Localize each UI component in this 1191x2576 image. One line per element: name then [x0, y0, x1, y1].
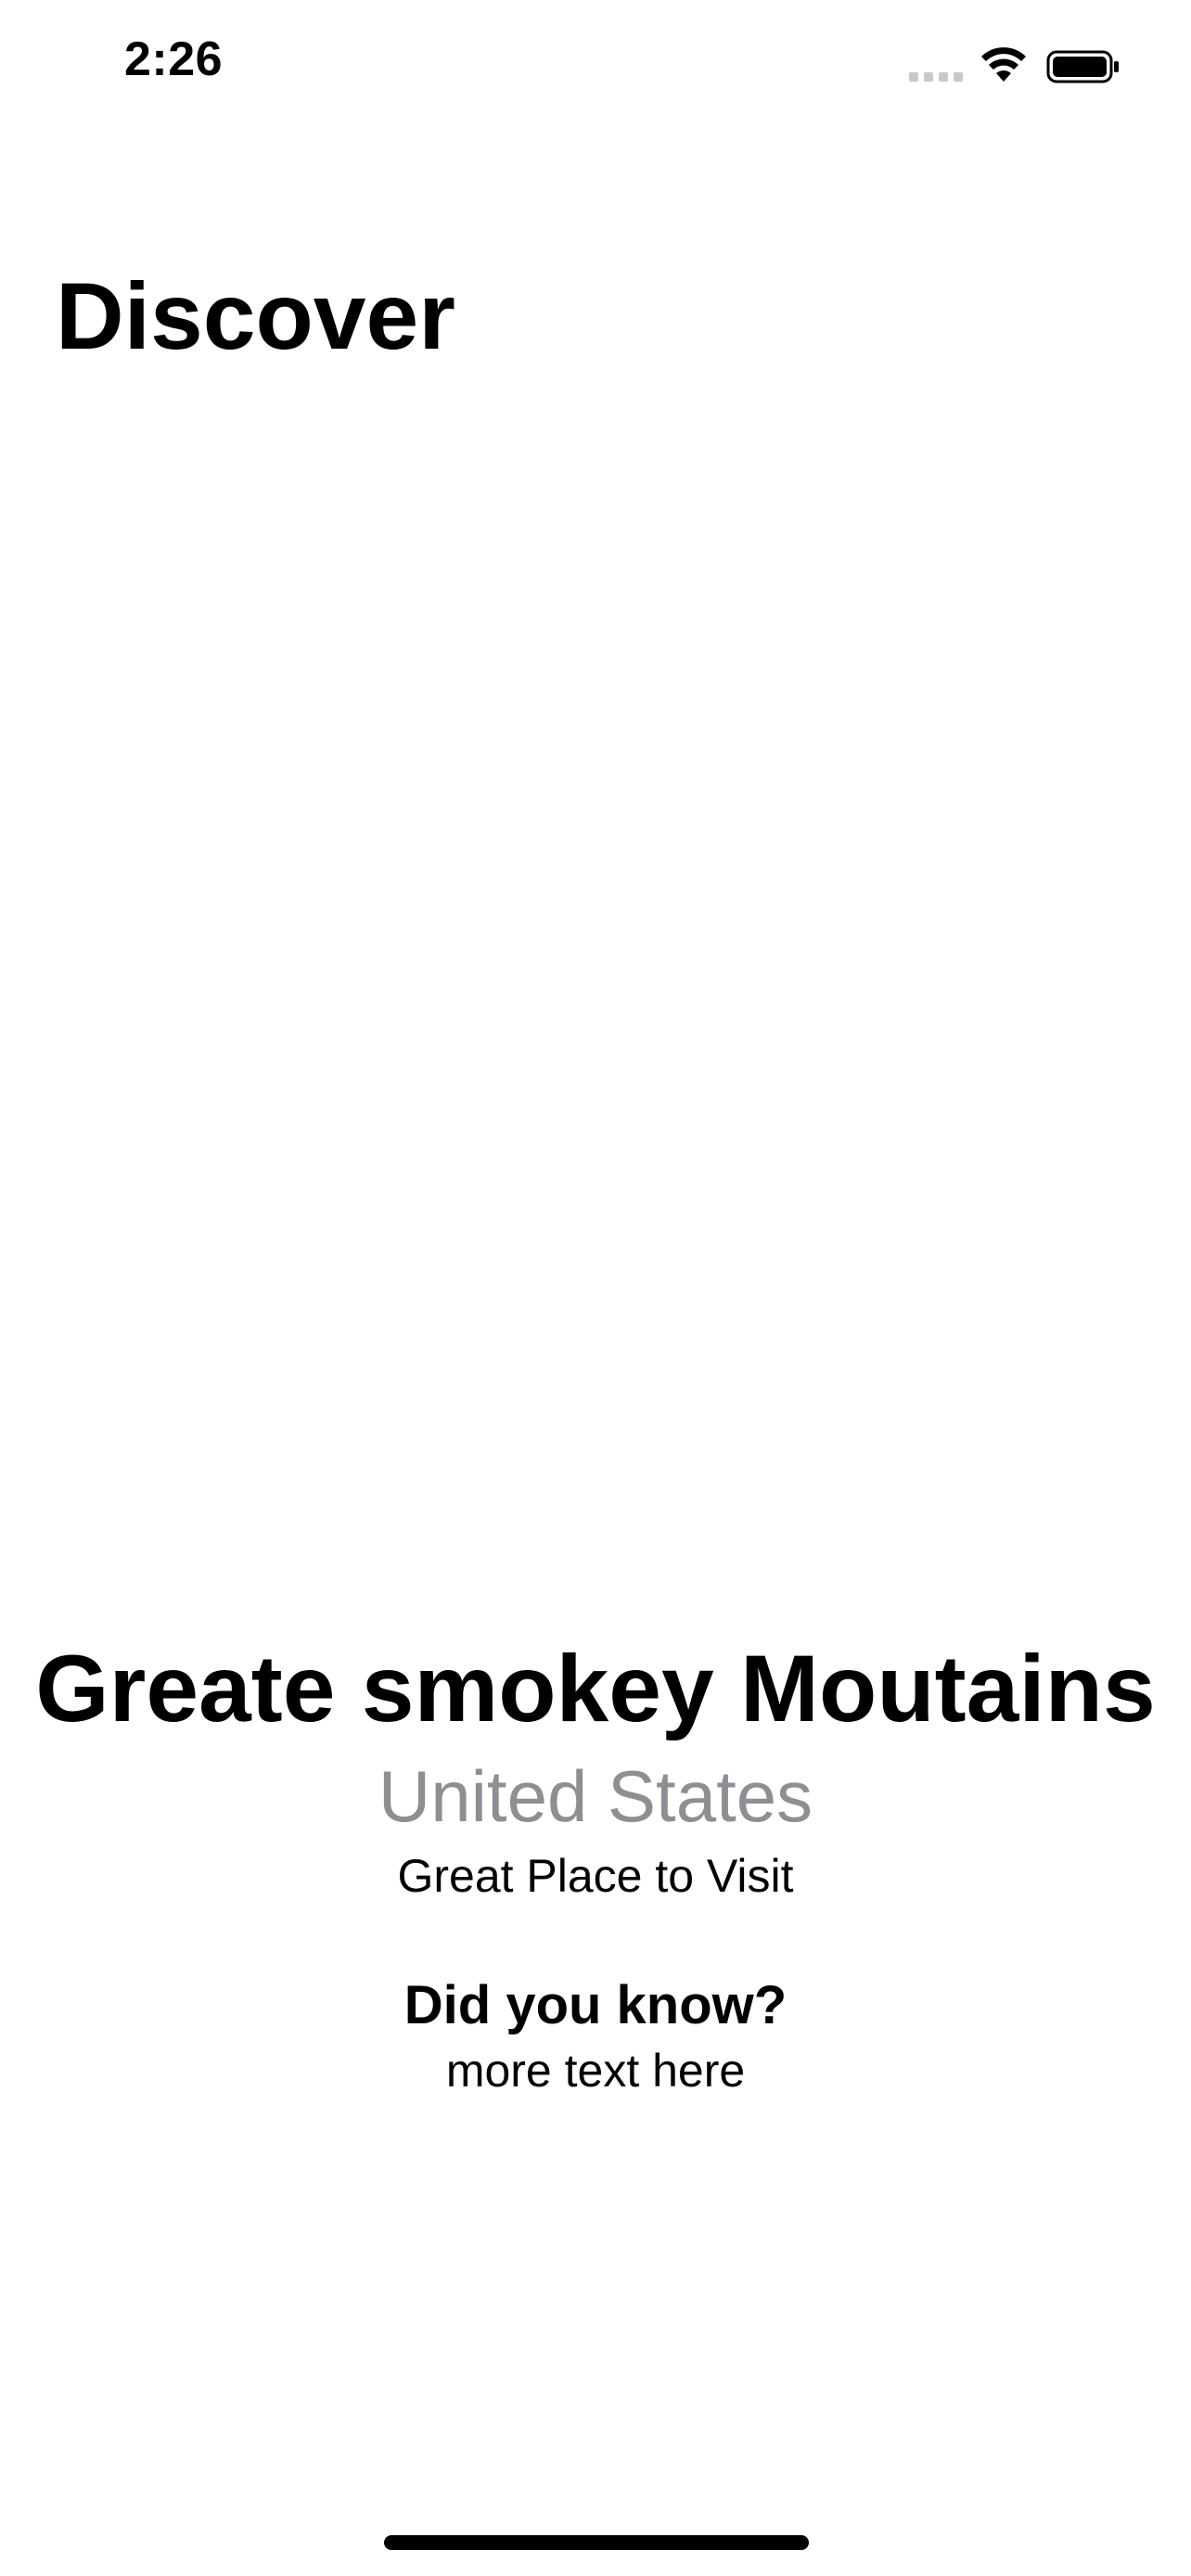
place-detail: Greate smokey Moutains United States Gre…	[0, 1641, 1191, 2094]
status-time: 2:26	[124, 32, 224, 86]
cellular-signal-icon	[909, 72, 965, 83]
battery-icon	[1046, 50, 1119, 83]
wifi-icon	[981, 47, 1026, 82]
place-title: Greate smokey Moutains	[35, 1636, 1156, 1741]
place-tagline: Great Place to Visit	[397, 1850, 794, 1902]
home-indicator[interactable]	[384, 2535, 809, 2550]
fact-body: more text here	[445, 2045, 746, 2097]
status-bar: 2:26	[0, 0, 1191, 130]
place-country: United States	[378, 1755, 813, 1837]
page-title: Discover	[56, 263, 455, 369]
fact-heading: Did you know?	[403, 1975, 788, 2035]
